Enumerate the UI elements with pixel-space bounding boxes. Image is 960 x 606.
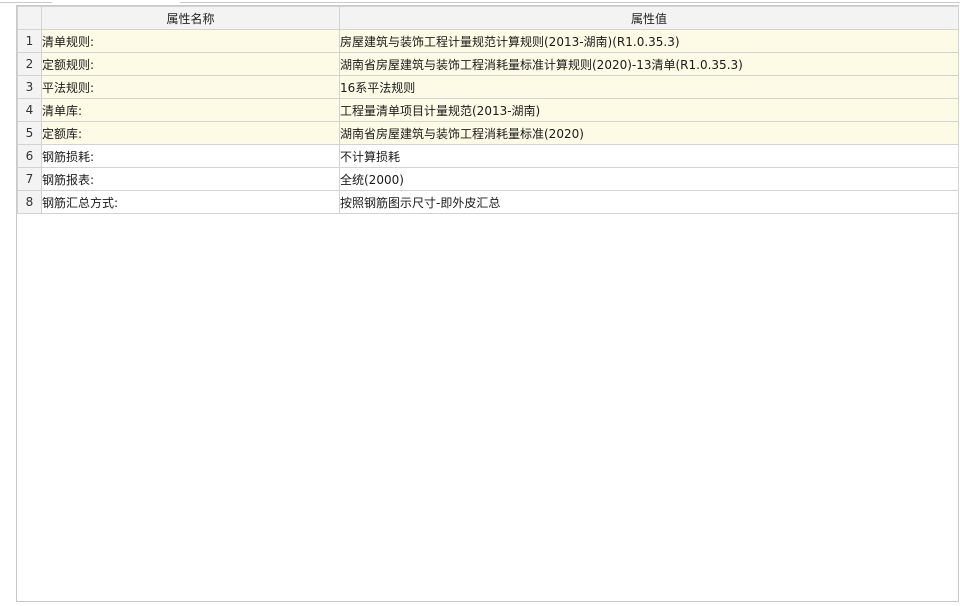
property-name-cell: 钢筋损耗:: [41, 144, 340, 168]
tab-border-right: [180, 2, 960, 3]
table-row[interactable]: 7 钢筋报表: 全统(2000): [17, 167, 959, 191]
property-value-cell[interactable]: 房屋建筑与装饰工程计量规范计算规则(2013-湖南)(R1.0.35.3): [339, 29, 959, 53]
property-name-cell: 平法规则:: [41, 75, 340, 99]
property-value-cell[interactable]: 不计算损耗: [339, 144, 959, 168]
row-index: 2: [17, 52, 42, 76]
property-value-cell[interactable]: 工程量清单项目计量规范(2013-湖南): [339, 98, 959, 122]
property-value-cell[interactable]: 按照钢筋图示尺寸-即外皮汇总: [339, 190, 959, 214]
property-name-cell: 清单库:: [41, 98, 340, 122]
row-index: 5: [17, 121, 42, 145]
property-rows: 1 清单规则: 房屋建筑与装饰工程计量规范计算规则(2013-湖南)(R1.0.…: [17, 29, 959, 214]
tab-strip: [0, 0, 960, 3]
table-row[interactable]: 4 清单库: 工程量清单项目计量规范(2013-湖南): [17, 98, 959, 122]
row-index: 7: [17, 167, 42, 191]
row-index: 6: [17, 144, 42, 168]
property-name-cell: 钢筋汇总方式:: [41, 190, 340, 214]
row-index: 1: [17, 29, 42, 53]
property-grid: 属性名称 属性值 1 清单规则: 房屋建筑与装饰工程计量规范计算规则(2013-…: [16, 5, 959, 602]
table-row[interactable]: 1 清单规则: 房屋建筑与装饰工程计量规范计算规则(2013-湖南)(R1.0.…: [17, 29, 959, 53]
property-name-cell: 清单规则:: [41, 29, 340, 53]
row-index: 8: [17, 190, 42, 214]
header-row: 属性名称 属性值: [17, 6, 959, 30]
row-index: 4: [17, 98, 42, 122]
property-name-cell: 定额规则:: [41, 52, 340, 76]
property-value-cell[interactable]: 16系平法规则: [339, 75, 959, 99]
table-row[interactable]: 2 定额规则: 湖南省房屋建筑与装饰工程消耗量标准计算规则(2020)-13清单…: [17, 52, 959, 76]
table-row[interactable]: 8 钢筋汇总方式: 按照钢筋图示尺寸-即外皮汇总: [17, 190, 959, 214]
project-info-window: 属性名称 属性值 1 清单规则: 房屋建筑与装饰工程计量规范计算规则(2013-…: [0, 0, 960, 606]
table-row[interactable]: 3 平法规则: 16系平法规则: [17, 75, 959, 99]
header-index: [17, 6, 42, 30]
property-value-cell[interactable]: 湖南省房屋建筑与装饰工程消耗量标准(2020): [339, 121, 959, 145]
property-table: 属性名称 属性值 1 清单规则: 房屋建筑与装饰工程计量规范计算规则(2013-…: [17, 6, 959, 214]
header-property-value[interactable]: 属性值: [339, 6, 959, 30]
property-value-cell[interactable]: 全统(2000): [339, 167, 959, 191]
table-row[interactable]: 5 定额库: 湖南省房屋建筑与装饰工程消耗量标准(2020): [17, 121, 959, 145]
header-property-name[interactable]: 属性名称: [41, 6, 340, 30]
property-name-cell: 定额库:: [41, 121, 340, 145]
table-row[interactable]: 6 钢筋损耗: 不计算损耗: [17, 144, 959, 168]
tab-border-left: [0, 2, 52, 3]
row-index: 3: [17, 75, 42, 99]
property-name-cell: 钢筋报表:: [41, 167, 340, 191]
property-value-cell[interactable]: 湖南省房屋建筑与装饰工程消耗量标准计算规则(2020)-13清单(R1.0.35…: [339, 52, 959, 76]
